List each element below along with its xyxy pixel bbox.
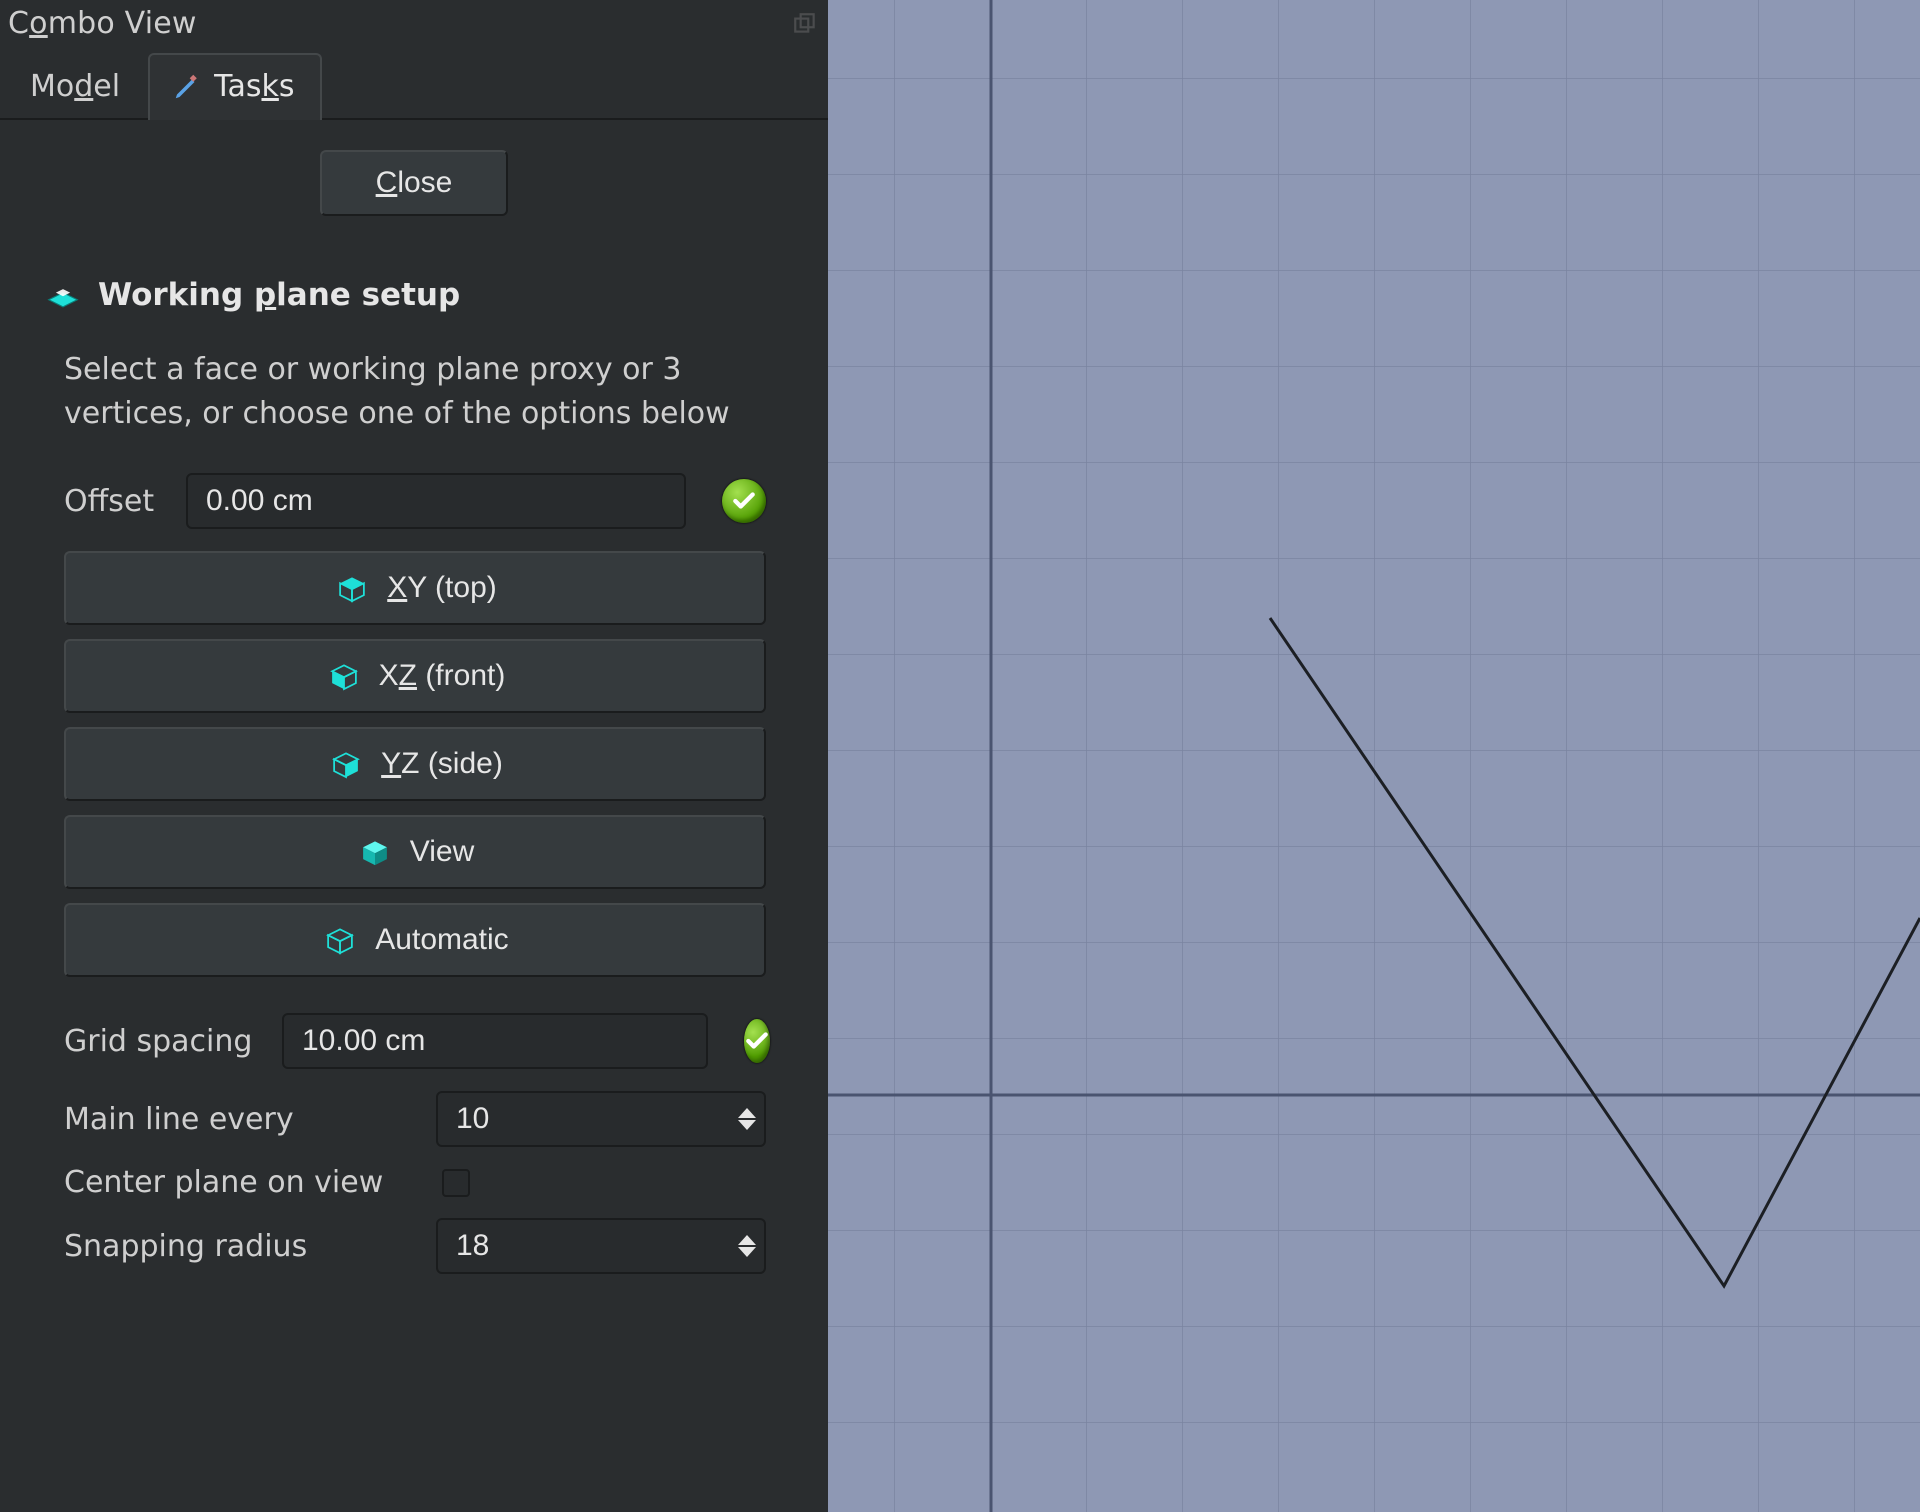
offset-row: Offset: [64, 473, 766, 529]
cube-solid-icon: [356, 833, 394, 871]
spin-up-icon[interactable]: [738, 1235, 756, 1245]
spin-up-icon[interactable]: [738, 1108, 756, 1118]
plane-yz-button[interactable]: YZ (side): [64, 727, 766, 801]
center-plane-label: Center plane on view: [64, 1165, 416, 1200]
offset-label: Offset: [64, 484, 164, 519]
panel-titlebar: Combo View: [0, 0, 828, 51]
spin-down-icon[interactable]: [738, 1120, 756, 1130]
working-plane-icon: [44, 276, 82, 314]
detach-icon[interactable]: [792, 11, 818, 37]
plane-xz-button[interactable]: XZ (front): [64, 639, 766, 713]
mainline-row: Main line every: [64, 1091, 766, 1147]
section-description: Select a face or working plane proxy or …: [64, 348, 780, 435]
plane-view-button[interactable]: View: [64, 815, 766, 889]
snapping-label: Snapping radius: [64, 1229, 412, 1264]
cube-wire-icon: [321, 921, 359, 959]
section-header: Working plane setup: [44, 276, 790, 314]
center-plane-checkbox[interactable]: [442, 1169, 470, 1197]
panel-title: Combo View: [8, 6, 197, 41]
cube-top-icon: [333, 569, 371, 607]
cube-side-icon: [327, 745, 365, 783]
cube-front-icon: [325, 657, 363, 695]
grid-spacing-row: Grid spacing: [64, 1013, 766, 1069]
tab-bar: Model Tasks: [0, 51, 828, 120]
mainline-label: Main line every: [64, 1102, 412, 1137]
combo-view-panel: Combo View Model Tasks Close: [0, 0, 828, 1512]
mainline-input[interactable]: [436, 1091, 766, 1147]
close-button[interactable]: Close: [320, 150, 509, 216]
grid-spacing-label: Grid spacing: [64, 1024, 260, 1059]
viewport-3d[interactable]: [828, 0, 1920, 1512]
plane-automatic-button[interactable]: Automatic: [64, 903, 766, 977]
checkmark-icon: [744, 1019, 770, 1063]
grid-spacing-input[interactable]: [282, 1013, 708, 1069]
spin-down-icon[interactable]: [738, 1247, 756, 1257]
task-body: Close Working plane setup Select a face …: [0, 120, 828, 1512]
tab-model[interactable]: Model: [6, 53, 148, 120]
offset-input[interactable]: [186, 473, 686, 529]
pencil-icon: [172, 72, 202, 102]
snapping-input[interactable]: [436, 1218, 766, 1274]
snapping-row: Snapping radius: [64, 1218, 766, 1274]
center-plane-row: Center plane on view: [64, 1165, 766, 1200]
plane-xy-button[interactable]: XY (top): [64, 551, 766, 625]
checkmark-icon: [722, 479, 766, 523]
tab-tasks[interactable]: Tasks: [148, 53, 322, 120]
